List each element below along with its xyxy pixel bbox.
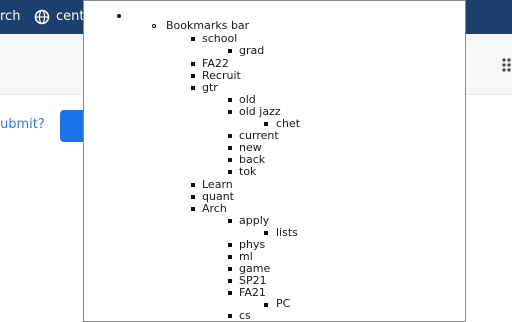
bookmarks-tree-popup: Bookmarks bar school grad FA22 Recruit g… <box>83 0 466 322</box>
list-bullet <box>228 279 232 283</box>
list-bullet <box>264 122 268 126</box>
list-bullet <box>228 49 232 53</box>
list-bullet <box>191 195 195 199</box>
bookmark-folder-item[interactable]: apply <box>239 215 269 227</box>
bookmark-folder-item[interactable]: Arch <box>202 203 227 215</box>
bookmark-folder-item[interactable]: gtr <box>202 82 218 94</box>
list-bullet <box>228 267 232 271</box>
bookmark-folder-item[interactable]: school <box>202 33 237 45</box>
list-bullet <box>191 86 195 90</box>
bookmarks-bar-folder[interactable]: Bookmarks bar <box>166 20 249 32</box>
bookmark-folder-item[interactable]: cs <box>239 310 251 322</box>
list-bullet <box>228 243 232 247</box>
list-bullet <box>191 74 195 78</box>
bookmark-folder-item[interactable]: PC <box>276 298 290 310</box>
bookmark-folder-item[interactable]: old jazz <box>239 106 281 118</box>
list-bullet <box>228 158 232 162</box>
bookmark-folder-item[interactable]: grad <box>239 45 264 57</box>
list-bullet <box>228 146 232 150</box>
bookmark-folder-item[interactable]: lists <box>276 227 298 239</box>
bookmark-folder-item[interactable]: FA21 <box>239 287 266 299</box>
bookmark-folder-item[interactable]: tok <box>239 166 256 178</box>
list-bullet <box>228 98 232 102</box>
list-bullet <box>152 24 156 28</box>
nav-item-search-fragment[interactable]: rch <box>0 9 20 24</box>
bookmark-folder-item[interactable]: chet <box>276 118 300 130</box>
list-bullet <box>228 110 232 114</box>
list-bullet <box>191 37 195 41</box>
list-bullet <box>191 207 195 211</box>
submit-question-link[interactable]: ubmit? <box>0 117 45 132</box>
list-bullet <box>264 231 268 235</box>
list-bullet <box>264 303 268 307</box>
list-bullet <box>228 219 232 223</box>
list-bullet <box>191 183 195 187</box>
list-bullet <box>228 291 232 295</box>
apps-grid-icon[interactable] <box>502 57 512 73</box>
globe-icon <box>34 9 50 25</box>
list-bullet <box>228 255 232 259</box>
list-bullet <box>191 62 195 66</box>
list-bullet <box>117 14 121 18</box>
list-bullet <box>228 170 232 174</box>
list-bullet <box>228 314 232 318</box>
list-bullet <box>228 134 232 138</box>
nav-item-center-fragment[interactable]: cent <box>56 9 84 24</box>
